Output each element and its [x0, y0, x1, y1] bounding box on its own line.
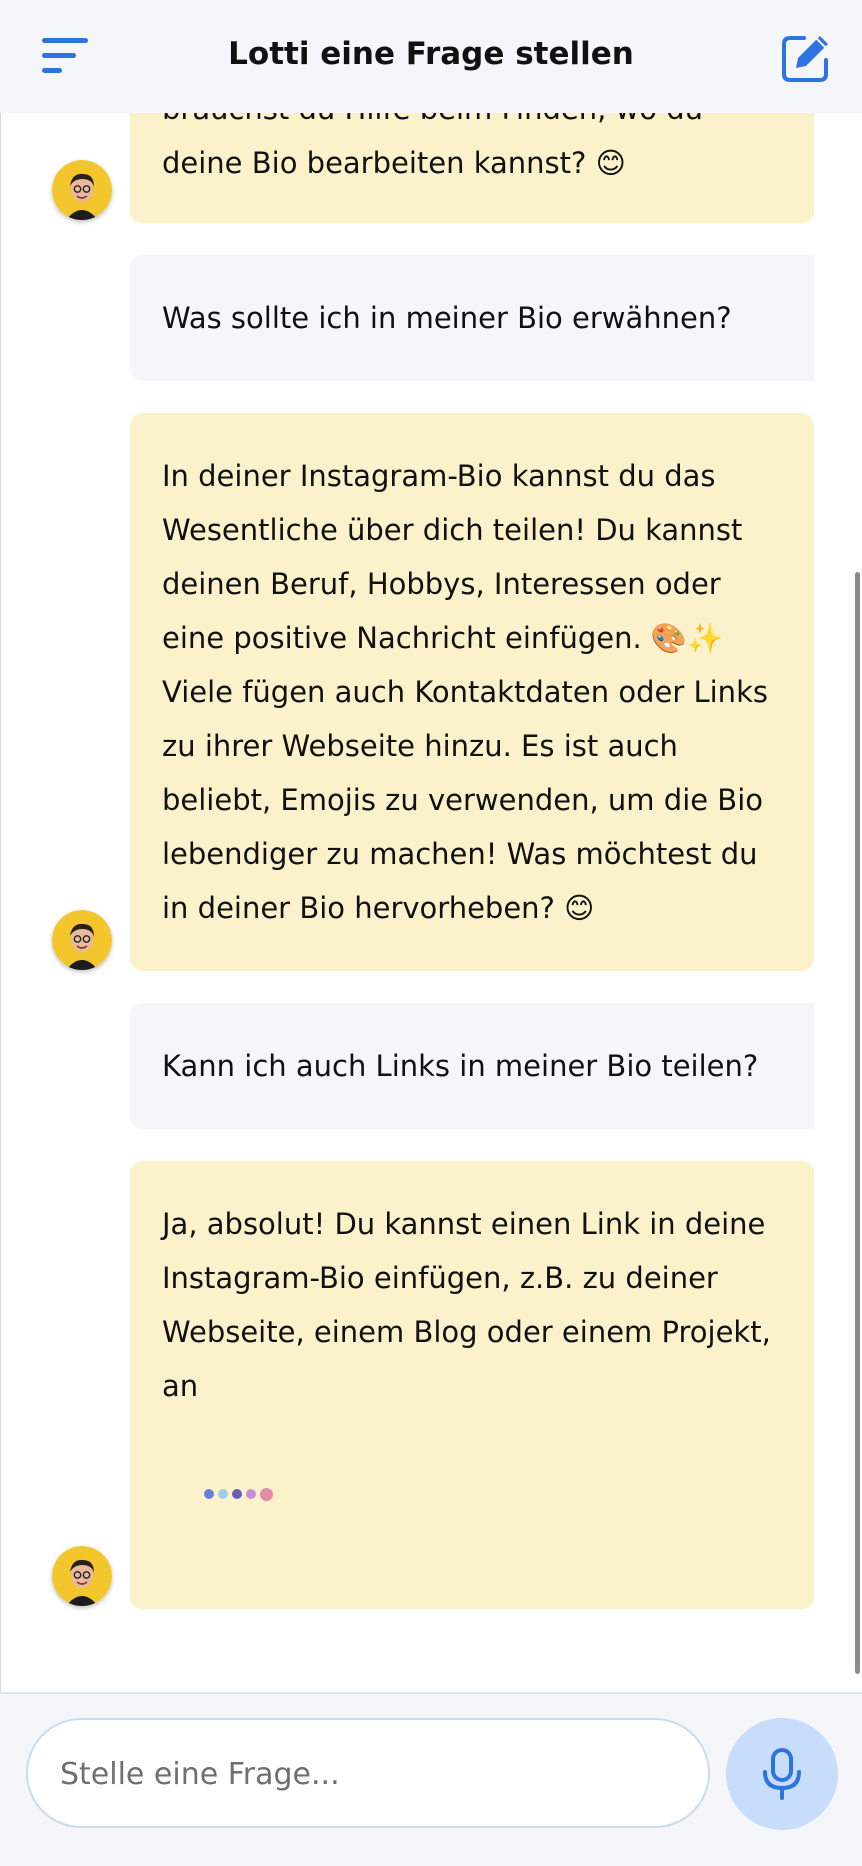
user-message: Was sollte ich in meiner Bio erwähnen?	[130, 255, 814, 381]
typing-dot	[204, 1489, 214, 1499]
question-input[interactable]	[60, 1746, 680, 1802]
chat-scroll-area[interactable]: brauchst du Hilfe beim Finden, wo du dei…	[0, 0, 862, 1692]
user-message: Kann ich auch Links in meiner Bio teilen…	[130, 1003, 814, 1129]
assistant-message: Ja, absolut! Du kannst einen Link in dei…	[130, 1161, 814, 1609]
user-message-text: Was sollte ich in meiner Bio erwähnen?	[162, 301, 732, 335]
user-message-text: Kann ich auch Links in meiner Bio teilen…	[162, 1049, 759, 1083]
assistant-avatar	[52, 160, 112, 220]
question-input-wrapper[interactable]	[26, 1718, 710, 1828]
assistant-message: In deiner Instagram-Bio kannst du das We…	[130, 413, 814, 971]
microphone-icon	[763, 1748, 801, 1800]
app-header: Lotti eine Frage stellen	[0, 0, 862, 113]
assistant-avatar	[52, 910, 112, 970]
assistant-message-text: In deiner Instagram-Bio kannst du das We…	[162, 459, 768, 925]
typing-dot	[246, 1489, 256, 1499]
typing-indicator	[204, 1487, 273, 1501]
microphone-button[interactable]	[726, 1718, 838, 1830]
page-title: Lotti eine Frage stellen	[228, 36, 634, 72]
assistant-message-text: Ja, absolut! Du kannst einen Link in dei…	[162, 1207, 771, 1403]
compose-icon	[782, 36, 828, 82]
avatar-portrait-icon	[52, 910, 112, 970]
typing-dot	[232, 1489, 242, 1499]
chat-scrollbar[interactable]	[855, 572, 860, 1674]
assistant-avatar	[52, 1546, 112, 1606]
typing-dot	[260, 1487, 273, 1501]
avatar-portrait-icon	[52, 160, 112, 220]
composer-bar	[0, 1692, 862, 1866]
typing-dot	[218, 1489, 228, 1499]
avatar-portrait-icon	[52, 1546, 112, 1606]
chat-left-border	[0, 113, 1, 1692]
compose-button[interactable]	[780, 32, 832, 84]
